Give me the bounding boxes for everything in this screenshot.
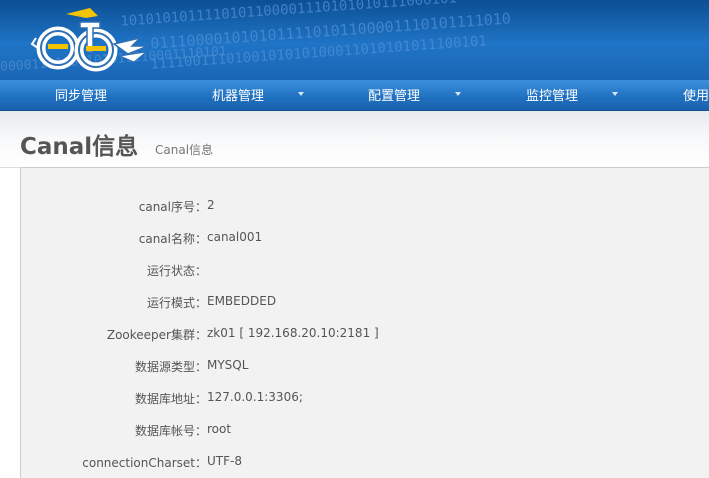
chevron-down-icon — [298, 92, 304, 96]
detail-row: 数据库地址： 127.0.0.1:3306; — [21, 390, 709, 410]
detail-value: EMBEDDED — [207, 294, 277, 308]
detail-row: connectionCharset： UTF-8 — [21, 454, 709, 474]
detail-value: canal001 — [207, 230, 263, 244]
nav-item-sync[interactable]: 同步管理 — [55, 80, 107, 110]
chevron-down-icon — [612, 92, 618, 96]
detail-row: 数据源类型： MYSQL — [21, 358, 709, 378]
detail-label: 数据源类型： — [134, 360, 207, 374]
main-nav: 同步管理 机器管理 配置管理 监控管理 使用 — [0, 80, 709, 111]
detail-value: 127.0.0.1:3306; — [207, 390, 303, 404]
detail-row: canal序号： 2 — [21, 198, 709, 218]
detail-label: 运行模式： — [146, 296, 207, 310]
header-banner: 1010101011110101100001110101010111000101… — [0, 0, 709, 80]
detail-label: Zookeeper集群： — [106, 328, 207, 342]
detail-label: 数据库地址： — [134, 392, 207, 406]
detail-label: connectionCharset： — [82, 456, 207, 470]
detail-label: canal序号： — [138, 200, 207, 214]
detail-row: canal名称： canal001 — [21, 230, 709, 250]
detail-value: UTF-8 — [207, 454, 242, 468]
nav-item-usage[interactable]: 使用 — [683, 80, 709, 110]
detail-label: 运行状态： — [146, 264, 207, 278]
detail-label: 数据库帐号： — [134, 424, 207, 438]
detail-value: 2 — [207, 198, 215, 212]
otter-logo-icon[interactable] — [28, 4, 158, 80]
canal-detail-panel: canal序号： 2 canal名称： canal001 运行状态： 运行模式：… — [20, 167, 709, 478]
detail-row: 数据库帐号： root — [21, 422, 709, 442]
chevron-down-icon — [455, 92, 461, 96]
page-subtitle: Canal信息 — [155, 143, 214, 157]
nav-item-monitor[interactable]: 监控管理 — [526, 80, 578, 110]
detail-row: Zookeeper集群： zk01 [ 192.168.20.10:2181 ] — [21, 326, 709, 346]
nav-item-config[interactable]: 配置管理 — [368, 80, 420, 110]
detail-value: MYSQL — [207, 358, 249, 372]
detail-row: 运行模式： EMBEDDED — [21, 294, 709, 314]
detail-value: root — [207, 422, 232, 436]
page-title: Canal信息 — [20, 134, 139, 160]
page-header: Canal信息 Canal信息 — [0, 111, 709, 168]
nav-item-machine[interactable]: 机器管理 — [212, 80, 264, 110]
detail-value: zk01 [ 192.168.20.10:2181 ] — [207, 326, 379, 340]
detail-label: canal名称： — [138, 232, 207, 246]
detail-row: 运行状态： — [21, 262, 709, 282]
